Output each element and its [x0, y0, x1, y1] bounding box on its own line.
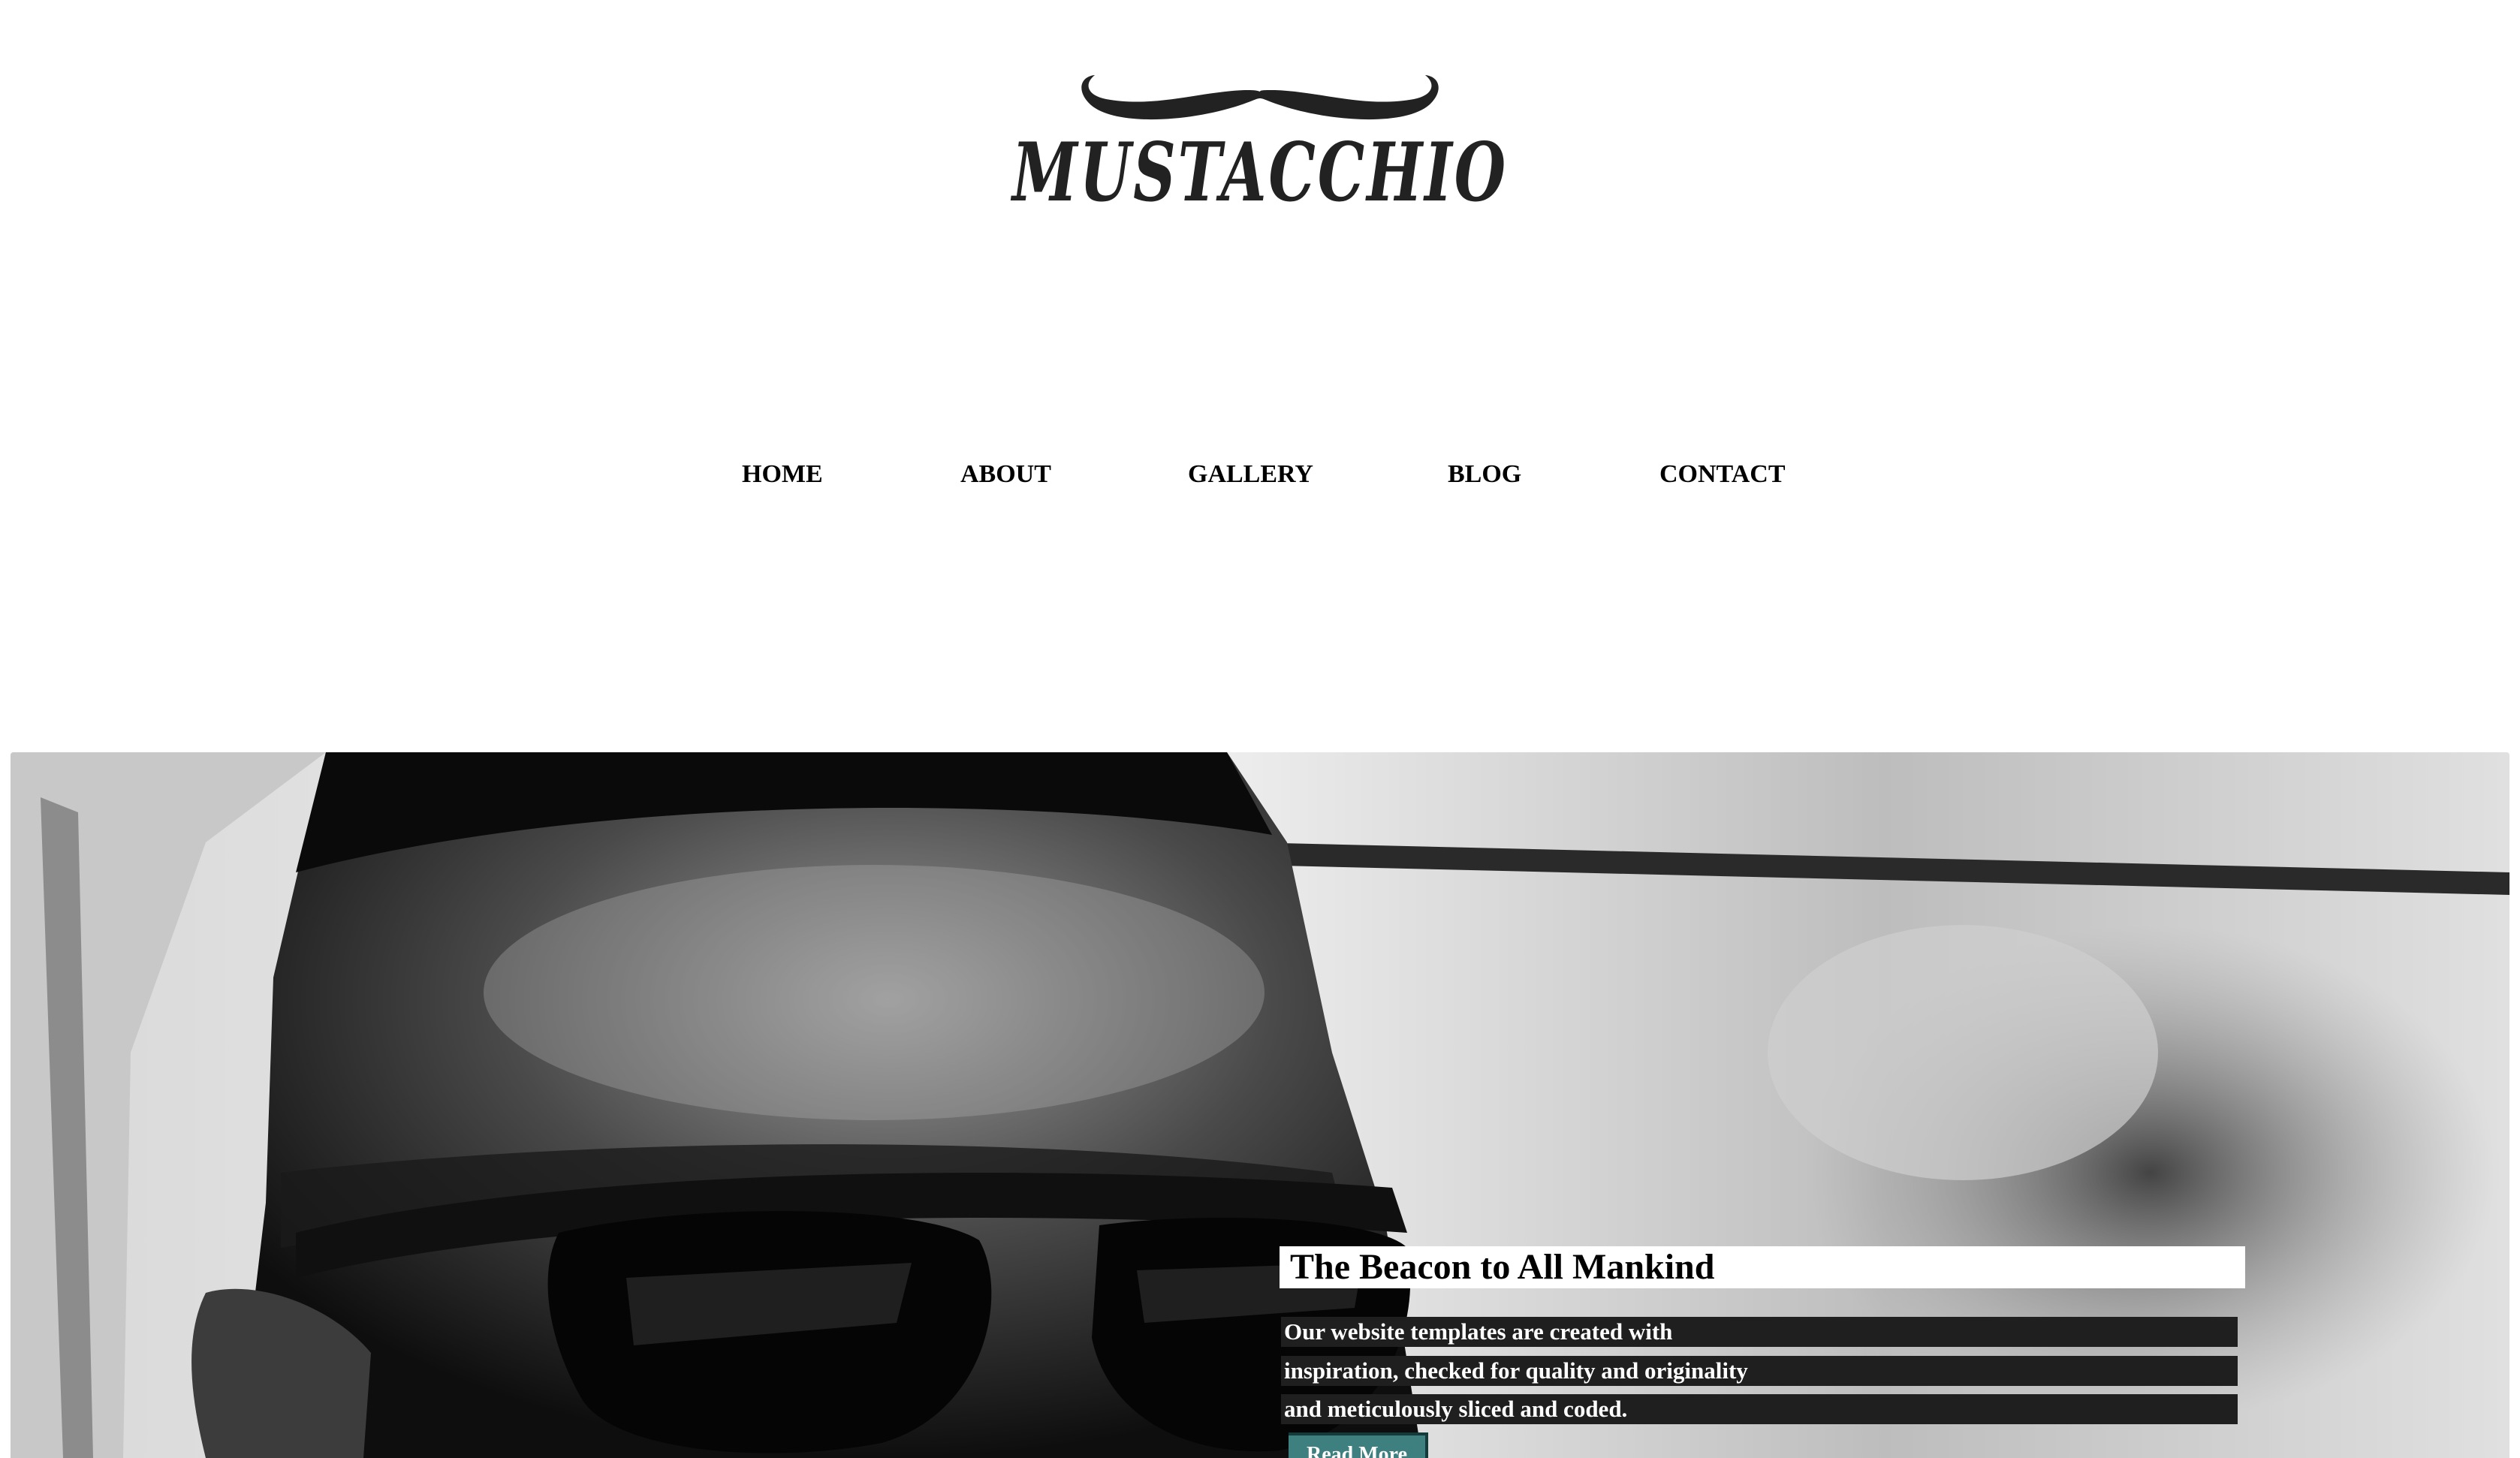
hero-description-line: inspiration, checked for quality and ori…: [1281, 1356, 2238, 1386]
site-logo[interactable]: MUSTACCHIO: [1005, 62, 1515, 212]
hero-photo: [11, 752, 2509, 1458]
hero-description-line: Our website templates are created with: [1281, 1317, 2238, 1347]
mustache-icon: MUSTACCHIO: [1010, 75, 1508, 212]
hero-description-line: and meticulously sliced and coded.: [1281, 1394, 2238, 1424]
nav-item-blog[interactable]: BLOG: [1448, 456, 1521, 493]
svg-text:MUSTACCHIO: MUSTACCHIO: [1010, 125, 1508, 212]
nav-item-about[interactable]: ABOUT: [960, 456, 1051, 493]
hero-banner: [11, 752, 2509, 1458]
page: MUSTACCHIO HOME ABOUT GALLERY BLOG CONTA…: [0, 0, 2520, 1458]
nav-item-contact[interactable]: CONTACT: [1659, 456, 1786, 493]
hero-title: The Beacon to All Mankind: [1280, 1246, 2245, 1288]
main-nav: HOME ABOUT GALLERY BLOG CONTACT: [0, 456, 2520, 493]
nav-item-gallery[interactable]: GALLERY: [1188, 456, 1313, 493]
read-more-button[interactable]: Read More: [1289, 1432, 1428, 1458]
nav-item-home[interactable]: HOME: [742, 456, 823, 493]
